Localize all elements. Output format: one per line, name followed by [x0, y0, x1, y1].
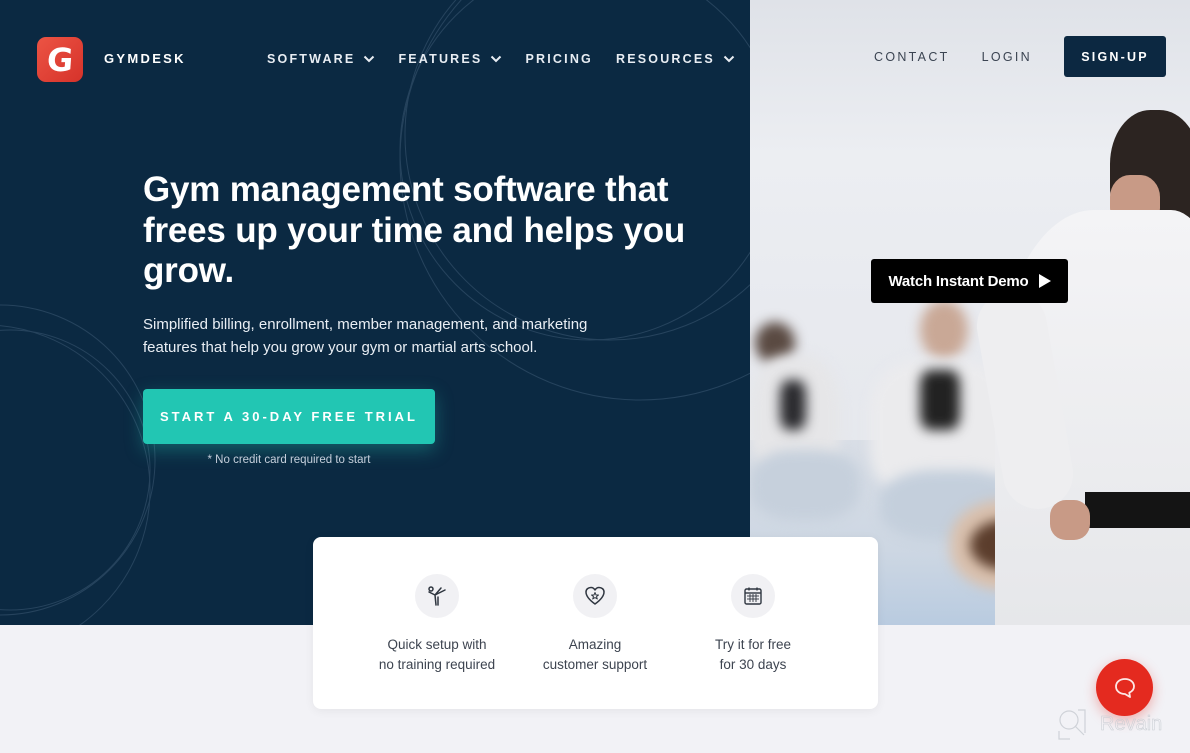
nav-label: PRICING: [525, 52, 593, 66]
contact-link[interactable]: CONTACT: [874, 50, 950, 64]
chevron-down-icon: [723, 55, 735, 63]
play-icon: [1038, 274, 1051, 288]
revain-watermark: Revain: [1056, 707, 1163, 741]
nav-item-resources[interactable]: RESOURCES: [616, 52, 735, 66]
revain-text: Revain: [1100, 712, 1163, 735]
feature-label-line1: Amazing: [568, 637, 622, 652]
gymdesk-logo[interactable]: G: [37, 37, 83, 82]
hero-headline: Gym management software that frees up yo…: [143, 170, 686, 290]
feature-label-line1: Try it for free: [714, 637, 791, 652]
nav-label: FEATURES: [398, 52, 483, 66]
martial-arts-class-photo: [750, 0, 1190, 625]
account-nav: CONTACT LOGIN SIGN-UP: [874, 36, 1166, 77]
watch-demo-button[interactable]: Watch Instant Demo: [871, 259, 1068, 303]
feature-item-free-trial: Try it for free for 30 days: [673, 574, 833, 675]
login-link[interactable]: LOGIN: [982, 50, 1032, 64]
hero-photo: [750, 0, 1190, 625]
kick-icon: [415, 574, 459, 618]
feature-label-line1: Quick setup with: [387, 637, 487, 652]
brand-name[interactable]: GYMDESK: [104, 51, 186, 66]
main-nav: SOFTWARE FEATURES PRICING RESOURCES: [267, 52, 758, 66]
nav-item-software[interactable]: SOFTWARE: [267, 52, 375, 66]
calendar-icon: [731, 574, 775, 618]
feature-item-quick-setup: Quick setup with no training required: [357, 574, 517, 675]
chevron-down-icon: [491, 55, 502, 63]
features-card: Quick setup with no training required Am…: [313, 537, 878, 709]
no-credit-card-note: * No credit card required to start: [207, 454, 371, 466]
revain-logo-icon: [1058, 709, 1086, 740]
nav-item-pricing[interactable]: PRICING: [525, 52, 593, 66]
nav-item-features[interactable]: FEATURES: [398, 52, 502, 66]
start-trial-button[interactable]: START A 30-DAY FREE TRIAL: [143, 389, 435, 444]
hero-section: [0, 0, 750, 625]
hero-subtext: Simplified billing, enrollment, member m…: [143, 316, 588, 356]
feature-label-line2: customer support: [542, 657, 648, 672]
logo-letter: G: [45, 40, 75, 79]
chat-bubble-icon: [1114, 677, 1135, 698]
nav-label: RESOURCES: [615, 52, 715, 66]
heart-star-icon: [573, 574, 617, 618]
demo-label: Watch Instant Demo: [888, 272, 1029, 290]
decorative-circles: [0, 0, 750, 625]
nav-label: SOFTWARE: [267, 52, 356, 66]
chevron-down-icon: [364, 55, 375, 63]
signup-button[interactable]: SIGN-UP: [1064, 36, 1166, 77]
feature-label-line2: no training required: [378, 657, 496, 672]
feature-item-support: Amazing customer support: [515, 574, 675, 675]
feature-label-line2: for 30 days: [719, 657, 787, 672]
